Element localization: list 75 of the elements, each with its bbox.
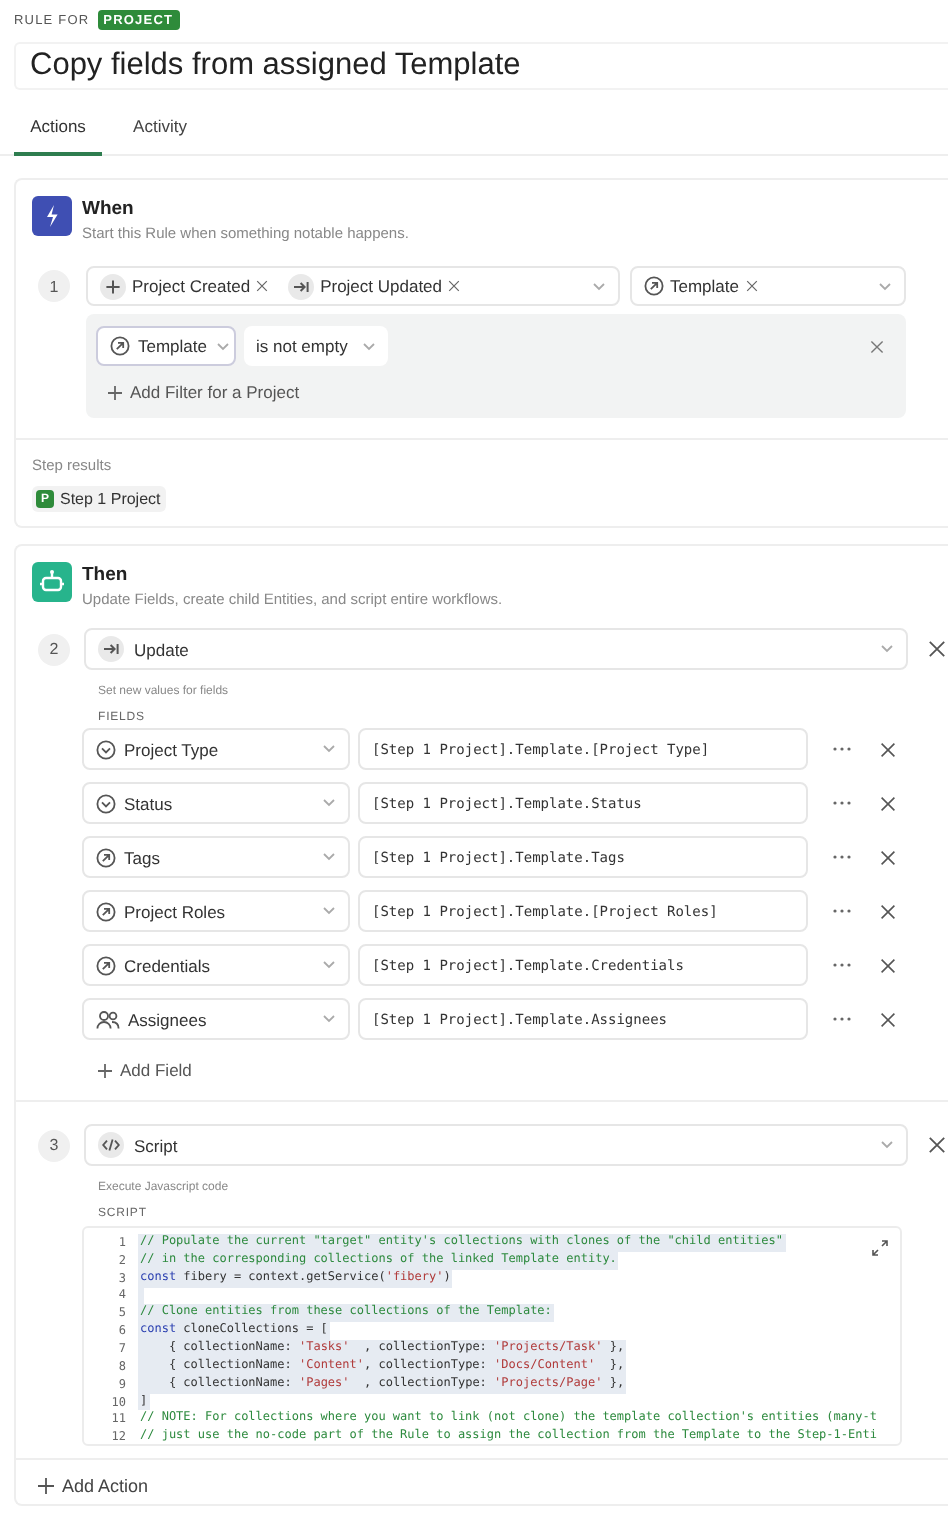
chevron-down-icon <box>322 744 336 754</box>
step-number: 3 <box>38 1129 70 1161</box>
more-icon[interactable] <box>832 908 852 914</box>
arrow-circle-icon <box>96 955 116 975</box>
arrow-circle-icon <box>644 276 664 296</box>
chevron-down-icon <box>878 281 892 291</box>
rule-title-field[interactable]: Copy fields from assigned Template <box>14 42 948 90</box>
code-editor[interactable] <box>82 1226 902 1446</box>
close-icon[interactable] <box>880 741 896 757</box>
add-filter-link[interactable]: Add Filter for a Project <box>108 378 896 406</box>
arrow-bar-icon <box>98 636 124 662</box>
close-icon[interactable] <box>880 1011 896 1027</box>
chevron-down-icon <box>880 644 894 654</box>
chevron-circle-icon <box>96 793 116 813</box>
field-select[interactable]: Template <box>630 266 906 306</box>
robot-icon <box>32 562 72 602</box>
chevron-down-icon <box>322 852 336 862</box>
arrow-circle-icon <box>96 901 116 921</box>
tab[interactable]: Activity <box>116 104 204 156</box>
code-icon <box>98 1132 124 1158</box>
arrow-circle-icon <box>110 336 130 356</box>
plus-icon <box>98 1063 112 1077</box>
operator-select[interactable]: is not empty <box>244 326 388 366</box>
plus-icon <box>108 385 122 399</box>
arrow-bar-icon <box>288 273 315 299</box>
chevron-circle-icon <box>96 739 116 759</box>
more-icon[interactable] <box>832 746 852 752</box>
filter-field-select[interactable]: Template <box>96 326 236 366</box>
action-select[interactable]: Script <box>84 1124 908 1166</box>
expand-icon[interactable] <box>872 1240 888 1256</box>
chevron-down-icon <box>322 906 336 916</box>
close-icon[interactable] <box>745 280 757 292</box>
chevron-down-icon <box>592 281 606 291</box>
chevron-down-icon <box>215 341 229 351</box>
field-select[interactable]: Credentials <box>82 944 350 986</box>
field-select[interactable]: Project Type <box>82 728 350 770</box>
field-select[interactable]: Status <box>82 782 350 824</box>
more-icon[interactable] <box>832 800 852 806</box>
lightning-icon <box>32 196 72 236</box>
field-select[interactable]: Tags <box>82 836 350 878</box>
close-icon[interactable] <box>880 957 896 973</box>
close-icon[interactable] <box>880 795 896 811</box>
people-icon <box>96 1009 120 1029</box>
section-title: When <box>82 198 136 220</box>
chevron-down-icon <box>880 1140 894 1150</box>
field-label: Template <box>670 276 739 296</box>
trigger-label: Project Updated <box>320 276 443 296</box>
field-select[interactable]: Project Roles <box>82 890 350 932</box>
close-icon[interactable] <box>928 640 946 658</box>
trigger-label: Project Created <box>132 276 251 296</box>
chevron-down-icon <box>322 798 336 808</box>
close-icon[interactable] <box>256 280 269 292</box>
step-number: 1 <box>38 270 70 302</box>
close-icon[interactable] <box>880 903 896 919</box>
close-icon[interactable] <box>870 340 884 354</box>
close-icon[interactable] <box>928 1136 946 1154</box>
chevron-down-icon <box>322 1014 336 1024</box>
tab[interactable]: Actions <box>14 104 102 156</box>
plus-icon <box>38 1478 54 1494</box>
close-icon[interactable] <box>880 849 896 865</box>
arrow-circle-icon <box>96 847 116 867</box>
more-icon[interactable] <box>832 1016 852 1022</box>
trigger-select[interactable]: Project Created Project Updated <box>86 266 620 306</box>
chevron-down-icon <box>322 960 336 970</box>
section-title: Then <box>82 564 130 586</box>
more-icon[interactable] <box>832 854 852 860</box>
more-icon[interactable] <box>832 962 852 968</box>
add-field-link[interactable]: Add Field <box>98 1056 948 1084</box>
add-action-link[interactable]: Add Action <box>38 1472 948 1500</box>
chevron-down-icon <box>362 341 376 351</box>
action-select[interactable]: Update <box>84 628 908 670</box>
field-select[interactable]: Assignees <box>82 998 350 1040</box>
plus-icon <box>100 273 126 299</box>
close-icon[interactable] <box>448 280 461 292</box>
step-number: 2 <box>38 633 70 665</box>
